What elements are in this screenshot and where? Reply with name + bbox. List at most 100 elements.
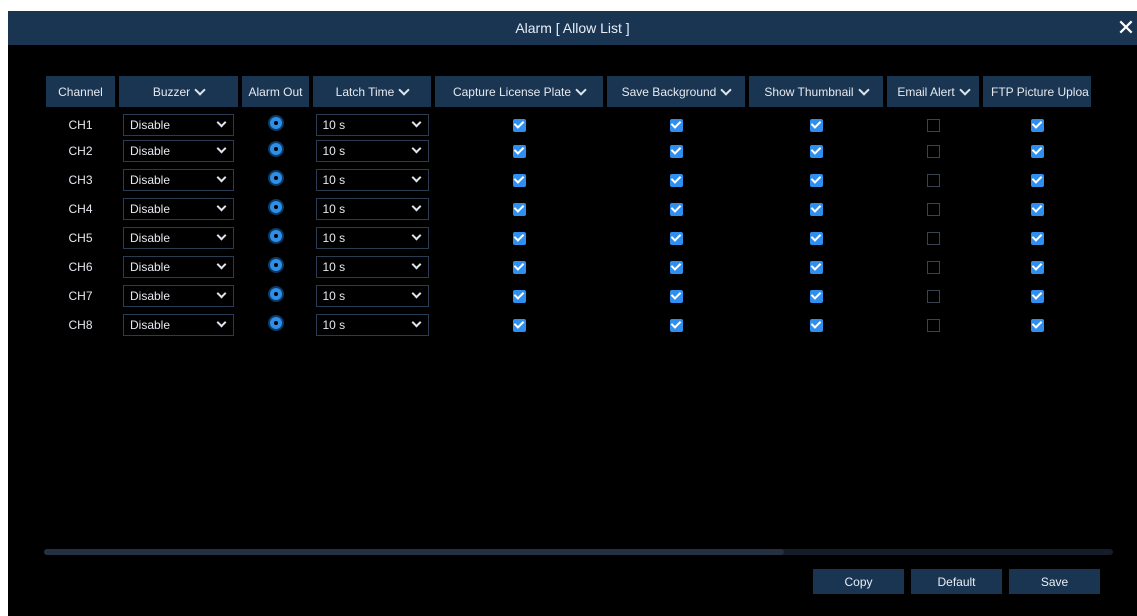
table-row: CH5 Disable 10 s: [46, 223, 1091, 252]
latch-time-select[interactable]: 10 s: [315, 284, 429, 307]
buzzer-value: Disable: [130, 230, 171, 245]
capture-checkbox[interactable]: [512, 118, 526, 132]
latch-time-select[interactable]: 10 s: [315, 226, 429, 249]
thumb-checkbox[interactable]: [809, 202, 823, 216]
latch-time-select[interactable]: 10 s: [315, 113, 429, 136]
buzzer-select[interactable]: Disable: [123, 168, 234, 191]
buzzer-select[interactable]: Disable: [123, 313, 234, 336]
save_bg-checkbox[interactable]: [669, 231, 683, 245]
buzzer-select[interactable]: Disable: [123, 226, 234, 249]
buzzer-value: Disable: [130, 288, 171, 303]
ftp-checkbox[interactable]: [1030, 318, 1044, 332]
thumb-checkbox[interactable]: [809, 173, 823, 187]
capture-checkbox[interactable]: [512, 231, 526, 245]
column-header-latch-time[interactable]: Latch Time: [313, 76, 431, 107]
gear-icon[interactable]: [269, 230, 282, 242]
thumb-checkbox[interactable]: [809, 289, 823, 303]
column-header-email-alert[interactable]: Email Alert: [887, 76, 979, 107]
column-header-save-background[interactable]: Save Background: [607, 76, 745, 107]
save_bg-checkbox[interactable]: [669, 289, 683, 303]
alarm-table: Channel Buzzer Alarm Out Latch Time Capt…: [42, 76, 1095, 339]
chevron-down-icon[interactable]: [398, 83, 411, 96]
gear-icon[interactable]: [269, 259, 282, 271]
email-checkbox[interactable]: [926, 260, 940, 274]
chevron-down-icon[interactable]: [575, 83, 587, 96]
ftp-checkbox[interactable]: [1030, 144, 1044, 158]
default-button[interactable]: Default: [911, 569, 1002, 594]
chevron-down-icon[interactable]: [720, 83, 733, 96]
column-header-ftp-picture-upload: FTP Picture Uploa: [983, 76, 1091, 107]
channel-label: CH6: [68, 259, 93, 274]
scrollbar-thumb[interactable]: [44, 549, 784, 555]
chevron-down-icon: [411, 317, 421, 328]
buzzer-select[interactable]: Disable: [123, 255, 234, 278]
thumb-checkbox[interactable]: [809, 144, 823, 158]
gear-icon[interactable]: [269, 172, 282, 184]
ftp-checkbox[interactable]: [1030, 231, 1044, 245]
email-checkbox[interactable]: [926, 202, 940, 216]
chevron-down-icon[interactable]: [857, 83, 870, 96]
latch-time-select[interactable]: 10 s: [315, 139, 429, 162]
copy-button[interactable]: Copy: [813, 569, 904, 594]
horizontal-scrollbar[interactable]: [44, 549, 1113, 555]
column-header-show-thumbnail[interactable]: Show Thumbnail: [749, 76, 883, 107]
email-checkbox[interactable]: [926, 289, 940, 303]
chevron-down-icon[interactable]: [194, 83, 206, 96]
gear-icon[interactable]: [269, 317, 282, 329]
save_bg-checkbox[interactable]: [669, 260, 683, 274]
channel-cell: CH7: [46, 281, 115, 310]
column-header-buzzer[interactable]: Buzzer: [119, 76, 238, 107]
ftp-checkbox[interactable]: [1030, 289, 1044, 303]
capture-checkbox[interactable]: [512, 260, 526, 274]
column-header-capture-license-plate[interactable]: Capture License Plate: [435, 76, 603, 107]
latch-time-select[interactable]: 10 s: [315, 313, 429, 336]
capture-checkbox[interactable]: [512, 173, 526, 187]
latch-time-select[interactable]: 10 s: [315, 255, 429, 278]
save_bg-checkbox[interactable]: [669, 118, 683, 132]
save_bg-checkbox[interactable]: [669, 202, 683, 216]
save_bg-checkbox[interactable]: [669, 318, 683, 332]
latch-time-select[interactable]: 10 s: [315, 168, 429, 191]
email-checkbox[interactable]: [926, 144, 940, 158]
channel-label: CH7: [68, 288, 93, 303]
chevron-down-icon: [216, 143, 227, 154]
buzzer-select[interactable]: Disable: [123, 113, 234, 136]
gear-icon[interactable]: [269, 201, 282, 213]
thumb-checkbox[interactable]: [809, 260, 823, 274]
gear-icon[interactable]: [269, 288, 282, 300]
chevron-down-icon: [216, 201, 227, 212]
buzzer-select[interactable]: Disable: [123, 284, 234, 307]
latch-time-value: 10 s: [322, 288, 346, 303]
dialog-titlebar: Alarm [ Allow List ] ✕: [8, 11, 1137, 45]
thumb-checkbox[interactable]: [809, 231, 823, 245]
buzzer-select[interactable]: Disable: [123, 197, 234, 220]
chevron-down-icon: [216, 230, 227, 241]
latch-time-select[interactable]: 10 s: [315, 197, 429, 220]
capture-checkbox[interactable]: [512, 289, 526, 303]
email-checkbox[interactable]: [926, 173, 940, 187]
chevron-down-icon[interactable]: [959, 83, 971, 96]
channel-label: CH4: [68, 201, 93, 216]
thumb-checkbox[interactable]: [809, 118, 823, 132]
ftp-checkbox[interactable]: [1030, 173, 1044, 187]
ftp-checkbox[interactable]: [1030, 260, 1044, 274]
close-icon[interactable]: ✕: [1113, 14, 1137, 42]
buzzer-select[interactable]: Disable: [123, 139, 234, 162]
save_bg-checkbox[interactable]: [669, 144, 683, 158]
email-checkbox[interactable]: [926, 118, 940, 132]
table-row: CH1 Disable 10 s: [46, 107, 1091, 136]
save-button[interactable]: Save: [1009, 569, 1100, 594]
thumb-checkbox[interactable]: [809, 318, 823, 332]
capture-checkbox[interactable]: [512, 318, 526, 332]
save_bg-checkbox[interactable]: [669, 173, 683, 187]
email-checkbox[interactable]: [926, 231, 940, 245]
capture-checkbox[interactable]: [512, 144, 526, 158]
email-checkbox[interactable]: [926, 318, 940, 332]
ftp-checkbox[interactable]: [1030, 202, 1044, 216]
chevron-down-icon: [411, 172, 421, 183]
latch-time-value: 10 s: [322, 317, 346, 332]
gear-icon[interactable]: [269, 143, 282, 155]
capture-checkbox[interactable]: [512, 202, 526, 216]
ftp-checkbox[interactable]: [1030, 118, 1044, 132]
gear-icon[interactable]: [269, 117, 282, 129]
